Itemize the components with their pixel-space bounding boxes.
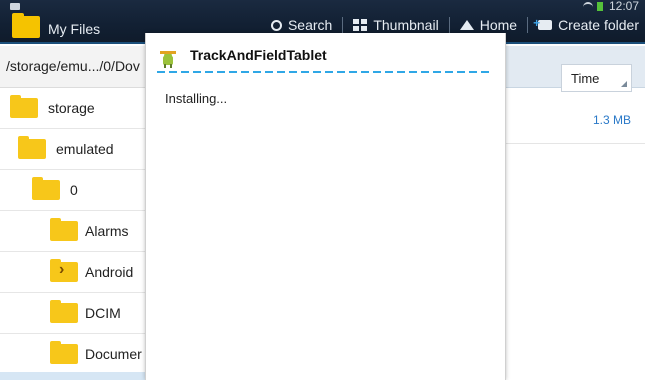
expand-folder-icon[interactable]	[50, 259, 78, 282]
android-app-icon	[160, 51, 176, 68]
tree-item-alarms[interactable]: Alarms	[0, 211, 146, 252]
home-label: Home	[479, 17, 518, 33]
search-button[interactable]: Search	[270, 17, 333, 33]
battery-icon	[597, 2, 603, 11]
selected-row-highlight	[0, 372, 146, 380]
tree-item-label: DCIM	[85, 305, 121, 321]
tree-item-emulated[interactable]: emulated	[0, 129, 146, 170]
wifi-icon	[583, 2, 593, 10]
tree-item-android[interactable]: Android	[0, 252, 146, 293]
tree-item-storage[interactable]: storage	[0, 88, 146, 129]
create-folder-icon	[533, 16, 553, 30]
create-folder-label: Create folder	[558, 17, 639, 33]
tree-item-0[interactable]: 0	[0, 170, 146, 211]
status-clock: 12:07	[608, 0, 639, 13]
sort-by-time-button[interactable]: Time	[561, 64, 632, 92]
dialog-divider	[157, 71, 493, 73]
folder-icon	[12, 13, 40, 38]
tree-item-label: 0	[70, 182, 78, 198]
home-icon	[459, 20, 474, 30]
tree-item-label: Android	[85, 264, 134, 280]
action-items: Search Thumbnail Home Create folder	[270, 16, 639, 33]
folder-tree: storage emulated 0 Alarms Android DCIM D…	[0, 88, 146, 380]
app-title[interactable]: My Files	[48, 21, 100, 37]
create-folder-button[interactable]: Create folder	[533, 16, 639, 33]
tree-item-dcim[interactable]: DCIM	[0, 293, 146, 334]
tree-item-documents[interactable]: Documer	[0, 334, 146, 375]
notification-icon	[10, 3, 20, 10]
tree-item-label: emulated	[56, 141, 114, 157]
divider	[448, 17, 450, 33]
dropdown-corner-icon	[621, 81, 627, 87]
thumbnail-label: Thumbnail	[373, 17, 439, 33]
folder-icon	[50, 300, 78, 323]
tree-item-label: storage	[48, 100, 95, 116]
thumbnail-icon	[353, 19, 368, 31]
folder-icon	[18, 136, 46, 159]
tree-item-label: Documer	[85, 346, 142, 362]
divider	[342, 17, 344, 33]
install-status-message: Installing...	[165, 91, 228, 106]
search-label: Search	[287, 17, 333, 33]
tree-item-label: Alarms	[85, 223, 129, 239]
sort-label: Time	[571, 71, 600, 86]
current-path: /storage/emu.../0/Dov	[6, 58, 140, 74]
folder-icon	[32, 177, 60, 200]
file-size: 1.3 MB	[592, 113, 631, 127]
divider	[527, 17, 529, 33]
path-bar[interactable]: /storage/emu.../0/Dov	[0, 46, 146, 88]
search-icon	[270, 19, 282, 31]
folder-icon	[50, 218, 78, 241]
folder-icon	[10, 95, 38, 118]
installing-dialog: TrackAndFieldTablet Installing...	[145, 33, 506, 380]
folder-icon	[50, 341, 78, 364]
dialog-title: TrackAndFieldTablet	[190, 47, 327, 63]
thumbnail-button[interactable]: Thumbnail	[353, 17, 439, 33]
home-button[interactable]: Home	[459, 17, 518, 33]
